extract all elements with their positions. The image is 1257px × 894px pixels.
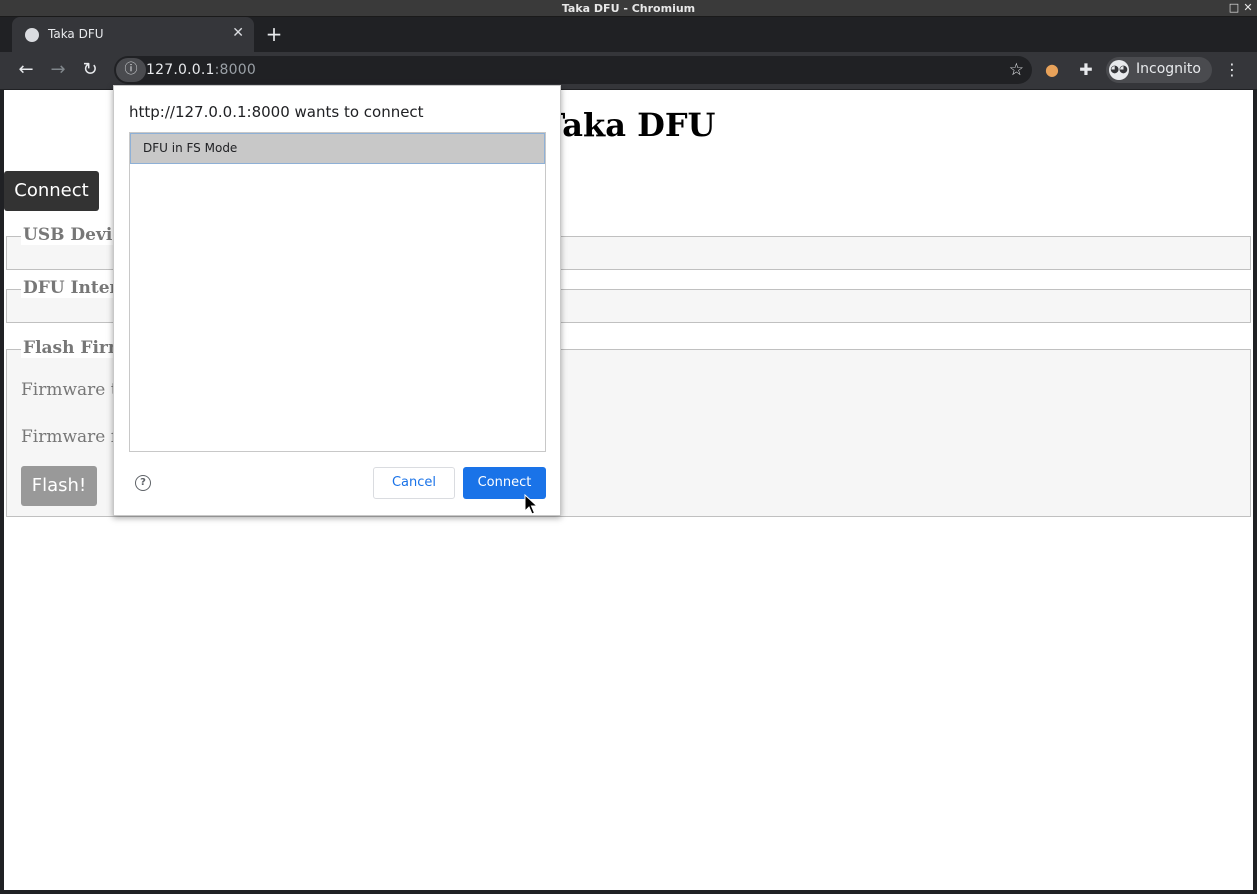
firmware-file-label: Firmware fil — [21, 427, 128, 447]
cancel-button[interactable]: Cancel — [373, 467, 455, 499]
tab-taka-dfu[interactable]: Taka DFU ✕ — [12, 17, 254, 52]
device-list[interactable]: DFU in FS Mode — [129, 132, 546, 452]
bookmark-star-icon[interactable]: ☆ — [1009, 60, 1024, 80]
url-text: 127.0.0.1:8000 — [146, 62, 256, 78]
help-icon[interactable]: ? — [135, 475, 151, 491]
firmware-type-label: Firmware ty — [21, 380, 128, 400]
flash-button[interactable]: Flash! — [21, 466, 97, 506]
back-icon[interactable]: ← — [16, 60, 36, 80]
flash-firmware-legend: Flash Firm — [21, 338, 128, 358]
incognito-badge[interactable]: ◕◕ Incognito — [1106, 57, 1212, 83]
usb-chooser-dialog: http://127.0.0.1:8000 wants to connect D… — [113, 85, 561, 516]
cookie-icon[interactable]: ● — [1042, 60, 1062, 79]
maximize-icon[interactable]: □ — [1228, 2, 1240, 14]
window-titlebar: Taka DFU - Chromium □ ✕ — [0, 0, 1257, 17]
browser-menu-icon[interactable]: ⋮ — [1224, 60, 1240, 79]
window-title: Taka DFU - Chromium — [561, 2, 696, 15]
close-window-icon[interactable]: ✕ — [1242, 2, 1254, 14]
tab-close-icon[interactable]: ✕ — [232, 25, 244, 41]
incognito-label: Incognito — [1136, 61, 1201, 77]
device-list-item[interactable]: DFU in FS Mode — [130, 133, 545, 164]
browser-toolbar: ← → ↻ ⓘ 127.0.0.1:8000 ☆ ● ✚ ◕◕ Incognit… — [0, 52, 1257, 89]
incognito-icon: ◕◕ — [1109, 60, 1129, 80]
tab-strip: Taka DFU ✕ + — [0, 17, 1257, 52]
forward-icon[interactable]: → — [48, 60, 68, 80]
connect-button[interactable]: Connect — [4, 171, 99, 211]
dfu-interface-legend: DFU Interf — [21, 278, 128, 298]
dialog-title: http://127.0.0.1:8000 wants to connect — [129, 103, 424, 121]
globe-icon — [25, 28, 39, 42]
new-tab-icon[interactable]: + — [264, 23, 284, 45]
url-port: :8000 — [214, 62, 256, 78]
tab-title: Taka DFU — [48, 27, 104, 41]
site-info-icon[interactable]: ⓘ — [116, 58, 146, 82]
mouse-cursor-icon — [524, 494, 538, 515]
url-host: 127.0.0.1 — [146, 62, 215, 78]
address-bar[interactable]: ⓘ 127.0.0.1:8000 ☆ — [114, 56, 1032, 84]
reload-icon[interactable]: ↻ — [80, 60, 100, 80]
browser-window: Taka DFU - Chromium □ ✕ Taka DFU ✕ + ← →… — [0, 0, 1257, 894]
extensions-puzzle-icon[interactable]: ✚ — [1076, 60, 1096, 79]
